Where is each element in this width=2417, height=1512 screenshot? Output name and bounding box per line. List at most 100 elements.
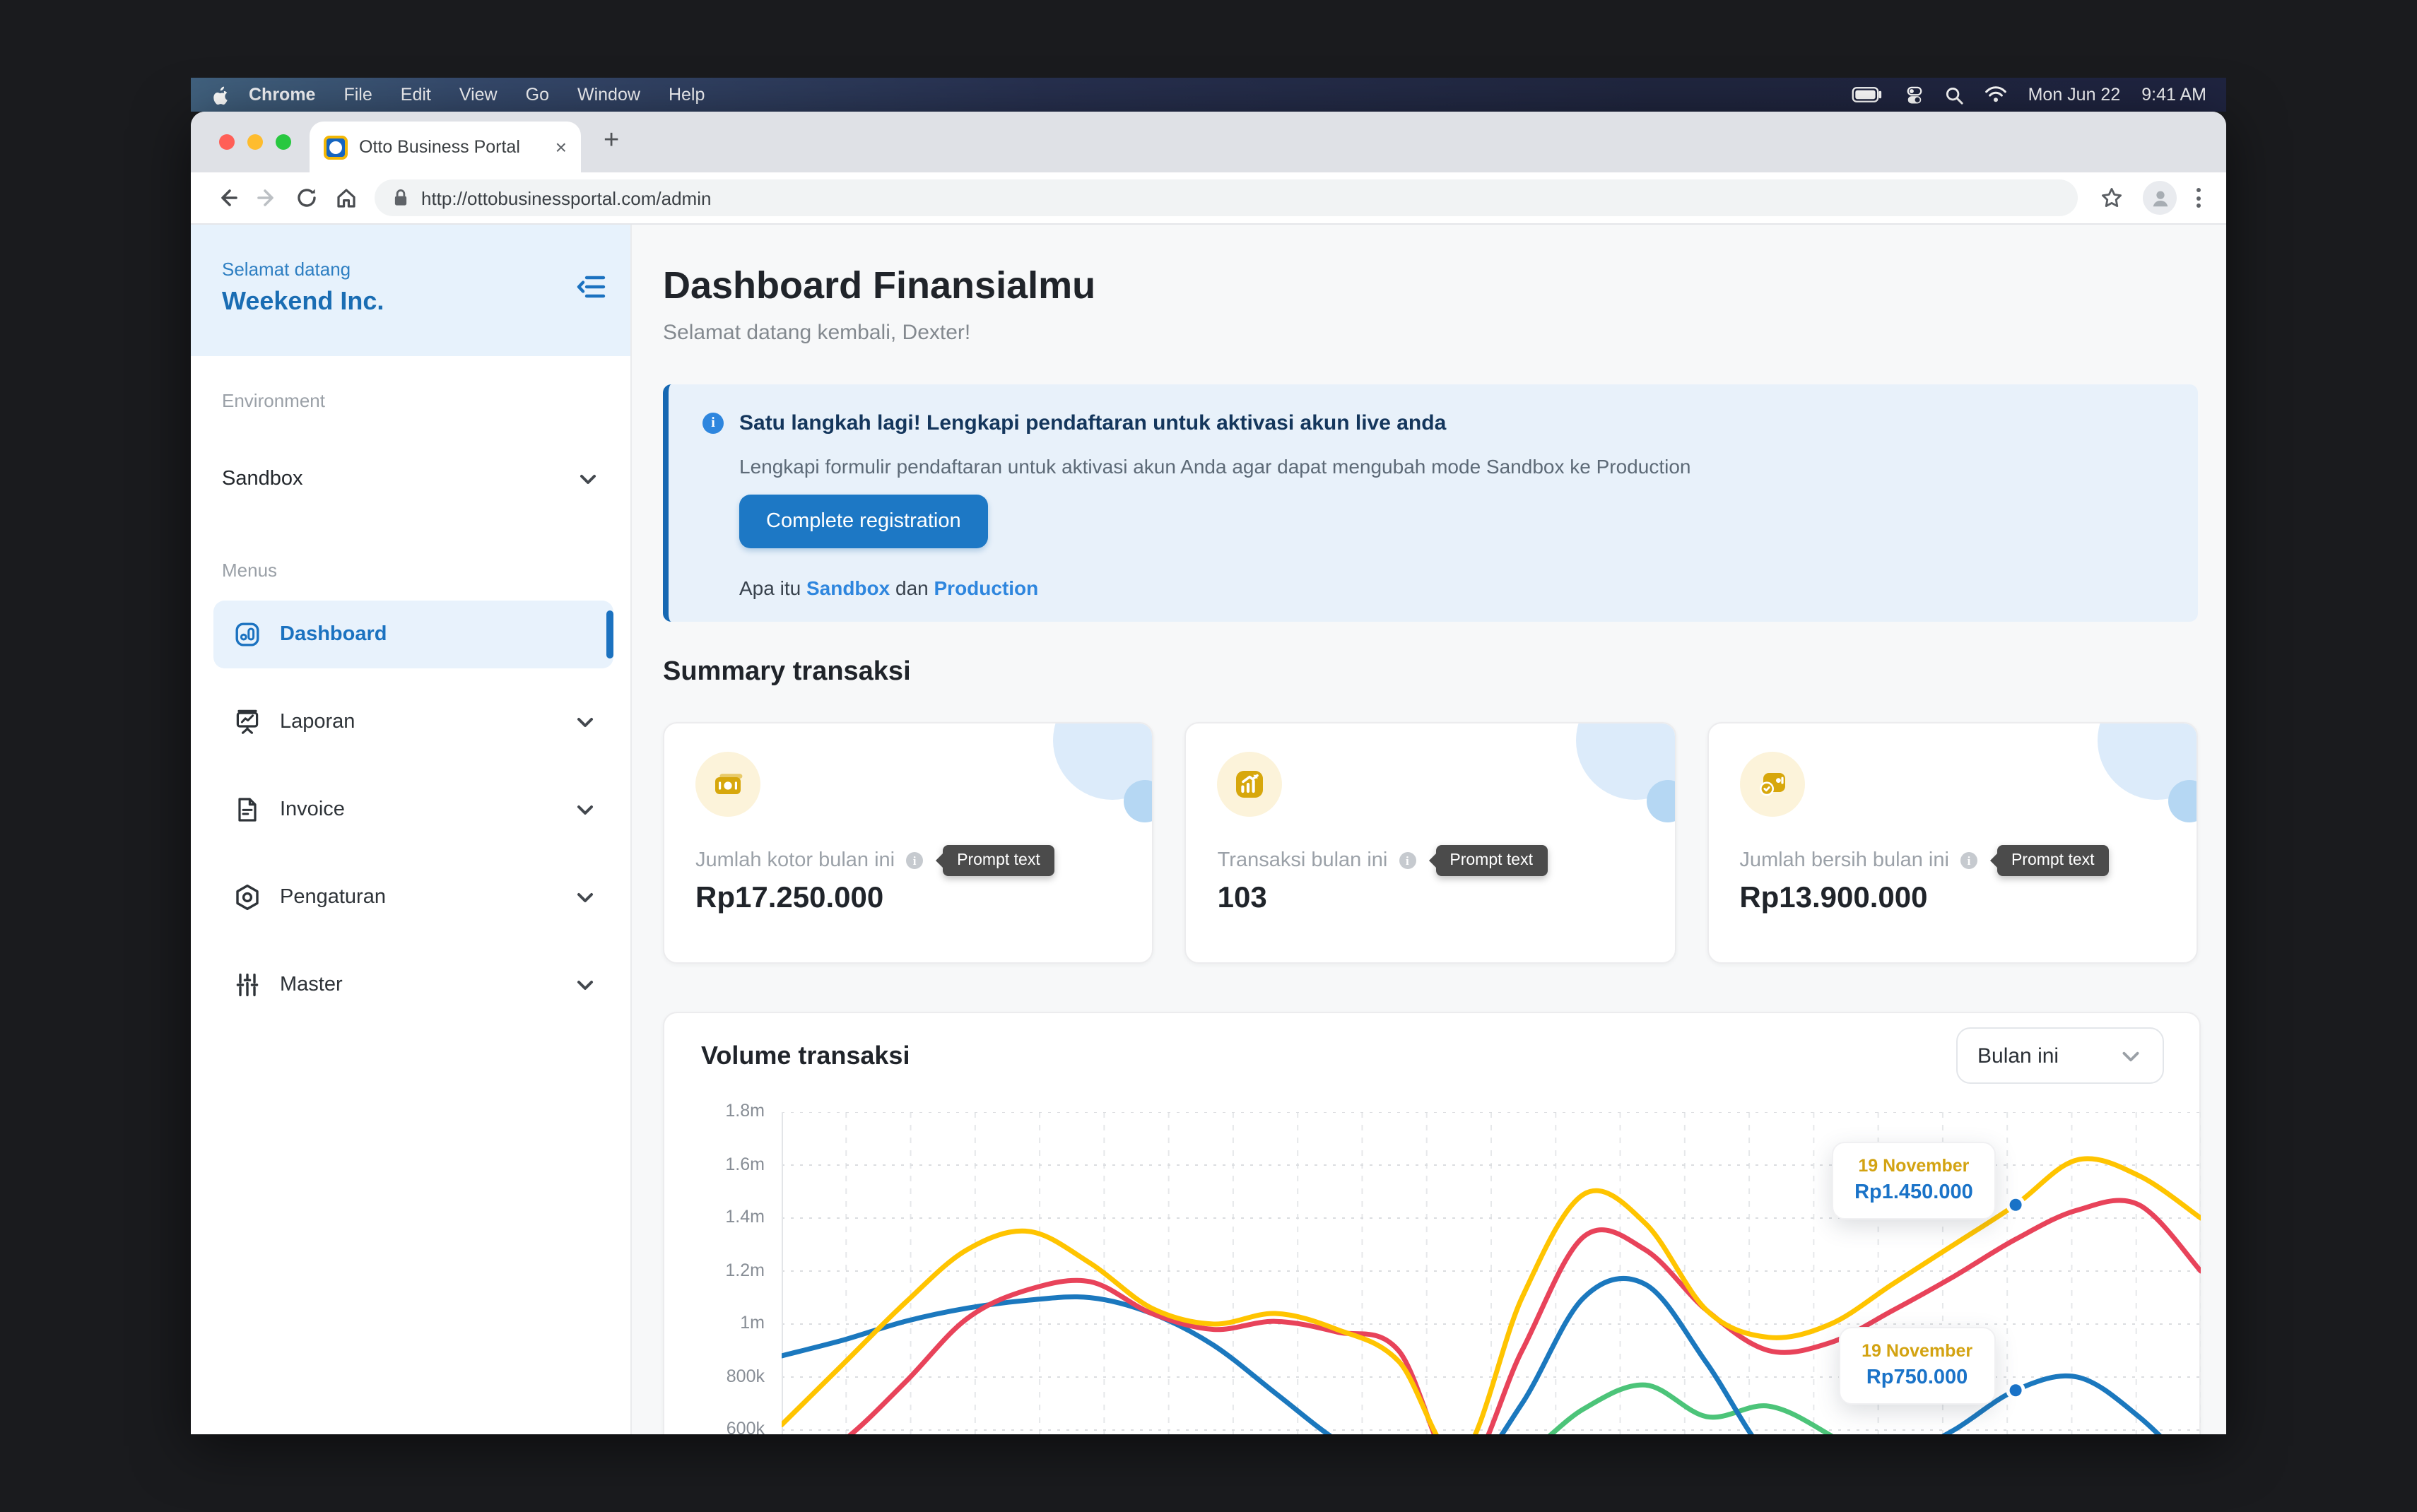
home-icon[interactable] (327, 178, 366, 218)
menu-help[interactable]: Help (654, 78, 719, 112)
period-value: Bulan ini (1977, 1044, 2059, 1068)
chevron-down-icon (2119, 1044, 2143, 1068)
menu-chrome[interactable]: Chrome (235, 78, 329, 112)
company-name: Weekend Inc. (222, 287, 384, 317)
menu-bar-date: Mon Jun 22 (2028, 85, 2121, 105)
y-axis-tick-label: 1.4m (686, 1207, 765, 1227)
browser-menu-icon[interactable] (2188, 188, 2209, 208)
macos-menu-bar: Chrome File Edit View Go Window Help Mon… (191, 78, 2226, 112)
period-dropdown[interactable]: Bulan ini (1956, 1027, 2164, 1084)
forward-icon[interactable] (247, 178, 287, 218)
menu-edit[interactable]: Edit (387, 78, 445, 112)
menu-file[interactable]: File (329, 78, 386, 112)
info-icon[interactable]: i (1399, 852, 1416, 869)
sidebar: Selamat datang Weekend Inc. Environment … (191, 225, 632, 1434)
tooltip-value: Rp1.450.000 (1854, 1181, 1973, 1203)
activation-banner: i Satu langkah lagi! Lengkapi pendaftara… (663, 384, 2198, 622)
environment-selector[interactable]: Sandbox (222, 459, 599, 499)
summary-card: Jumlah kotor bulan iniiPrompt textRp17.2… (663, 722, 1154, 964)
sidebar-item-dashboard[interactable]: Dashboard (213, 601, 613, 668)
url-text[interactable]: http://ottobusinessportal.com/admin (421, 187, 711, 208)
sidebar-item-pengaturan[interactable]: Pengaturan (213, 863, 613, 931)
card-value: Rp13.900.000 (1739, 882, 1927, 916)
report-board-icon (233, 708, 261, 736)
new-tab-button[interactable]: + (604, 126, 619, 157)
apple-menu-icon[interactable] (211, 84, 229, 105)
collapse-sidebar-icon[interactable] (577, 273, 608, 308)
reload-icon[interactable] (287, 178, 327, 218)
sidebar-item-invoice[interactable]: Invoice (213, 776, 613, 844)
browser-tab[interactable]: Otto Business Portal × (310, 122, 581, 172)
prompt-tooltip: Prompt text (1997, 845, 2109, 876)
sidebar-item-label: Dashboard (280, 623, 596, 646)
chart-tooltip: 19 November Rp1.450.000 (1832, 1141, 1996, 1219)
desktop: Chrome File Edit View Go Window Help Mon… (0, 0, 2417, 1512)
sidebar-item-laporan[interactable]: Laporan (213, 688, 613, 756)
page-title: Dashboard Finansialmu (663, 264, 1095, 308)
production-link[interactable]: Production (934, 577, 1039, 599)
tab-close-icon[interactable]: × (555, 137, 567, 157)
menu-go[interactable]: Go (512, 78, 563, 112)
chevron-down-icon (574, 798, 596, 821)
page-subtitle: Selamat datang kembali, Dexter! (663, 321, 970, 345)
zoom-window-button[interactable] (276, 134, 291, 150)
complete-registration-button[interactable]: Complete registration (739, 495, 988, 548)
chevron-down-icon (574, 886, 596, 909)
decorative-circle (1124, 780, 1154, 822)
spotlight-search-icon[interactable] (1945, 85, 1963, 104)
info-icon[interactable]: i (906, 852, 923, 869)
sidebar-item-label: Invoice (280, 798, 555, 821)
chart-tooltip: 19 November Rp750.000 (1839, 1327, 1995, 1405)
card-value: 103 (1218, 882, 1267, 916)
app-content: Selamat datang Weekend Inc. Environment … (191, 225, 2226, 1434)
back-icon[interactable] (208, 178, 247, 218)
chart-marker-dot (2008, 1197, 2023, 1212)
banknote-icon (710, 767, 746, 801)
banner-body: Lengkapi formulir pendaftaran untuk akti… (739, 455, 1690, 478)
chevron-down-icon (574, 974, 596, 996)
chart-up-icon (1233, 767, 1267, 801)
browser-window: Otto Business Portal × + http:// (191, 112, 2226, 1434)
coin-check-icon (1755, 767, 1789, 801)
sandbox-link[interactable]: Sandbox (806, 577, 890, 599)
invoice-document-icon (233, 796, 261, 824)
wifi-icon[interactable] (1984, 86, 2007, 103)
menu-window[interactable]: Window (563, 78, 654, 112)
summary-card: Jumlah bersih bulan ini i Prompt text Rp13.… (1707, 722, 2198, 964)
sidebar-item-label: Master (280, 974, 555, 996)
menu-view[interactable]: View (445, 78, 512, 112)
main-panel: Dashboard Finansialmu Selamat datang kem… (632, 225, 2226, 1434)
profile-avatar-icon[interactable] (2143, 181, 2177, 215)
address-bar[interactable]: http://ottobusinessportal.com/admin (375, 179, 2078, 216)
info-icon[interactable]: i (1960, 852, 1977, 869)
card-label: Jumlah bersih bulan ini (1739, 849, 1949, 872)
tab-title: Otto Business Portal (359, 137, 544, 157)
browser-toolbar: http://ottobusinessportal.com/admin (191, 172, 2226, 225)
y-axis-tick-label: 1.8m (686, 1101, 765, 1121)
sliders-icon (233, 971, 261, 999)
tooltip-value: Rp750.000 (1862, 1366, 1972, 1389)
y-axis-tick-label: 1.6m (686, 1154, 765, 1174)
minimize-window-button[interactable] (247, 134, 263, 150)
card-label: Transaksi bulan ini (1218, 849, 1388, 872)
active-indicator (606, 610, 613, 658)
sidebar-item-master[interactable]: Master (213, 951, 613, 1019)
y-axis-tick-label: 1m (686, 1313, 765, 1333)
y-axis-tick-label: 1.2m (686, 1260, 765, 1280)
bookmark-star-icon[interactable] (2092, 178, 2131, 218)
close-window-button[interactable] (219, 134, 235, 150)
settings-hexagon-icon (233, 883, 261, 911)
environment-section-label: Environment (222, 390, 630, 411)
banner-link-mid: dan (895, 577, 929, 599)
summary-cards: Jumlah kotor bulan iniiPrompt textRp17.2… (663, 722, 2198, 964)
banner-title: Satu langkah lagi! Lengkapi pendaftaran … (739, 411, 1446, 435)
menus-section-label: Menus (222, 560, 630, 581)
chart-marker-dot (2008, 1383, 2023, 1398)
tooltip-date: 19 November (1854, 1155, 1973, 1175)
summary-heading: Summary transaksi (663, 657, 911, 688)
chevron-down-icon (577, 468, 599, 490)
sidebar-item-label: Pengaturan (280, 886, 555, 909)
summary-card: Transaksi bulan iniiPrompt text103 (1185, 722, 1676, 964)
volume-chart-card: Volume transaksi Bulan ini 1.8m1.6m1.4m1… (663, 1012, 2201, 1434)
control-center-icon[interactable] (1905, 85, 1924, 104)
